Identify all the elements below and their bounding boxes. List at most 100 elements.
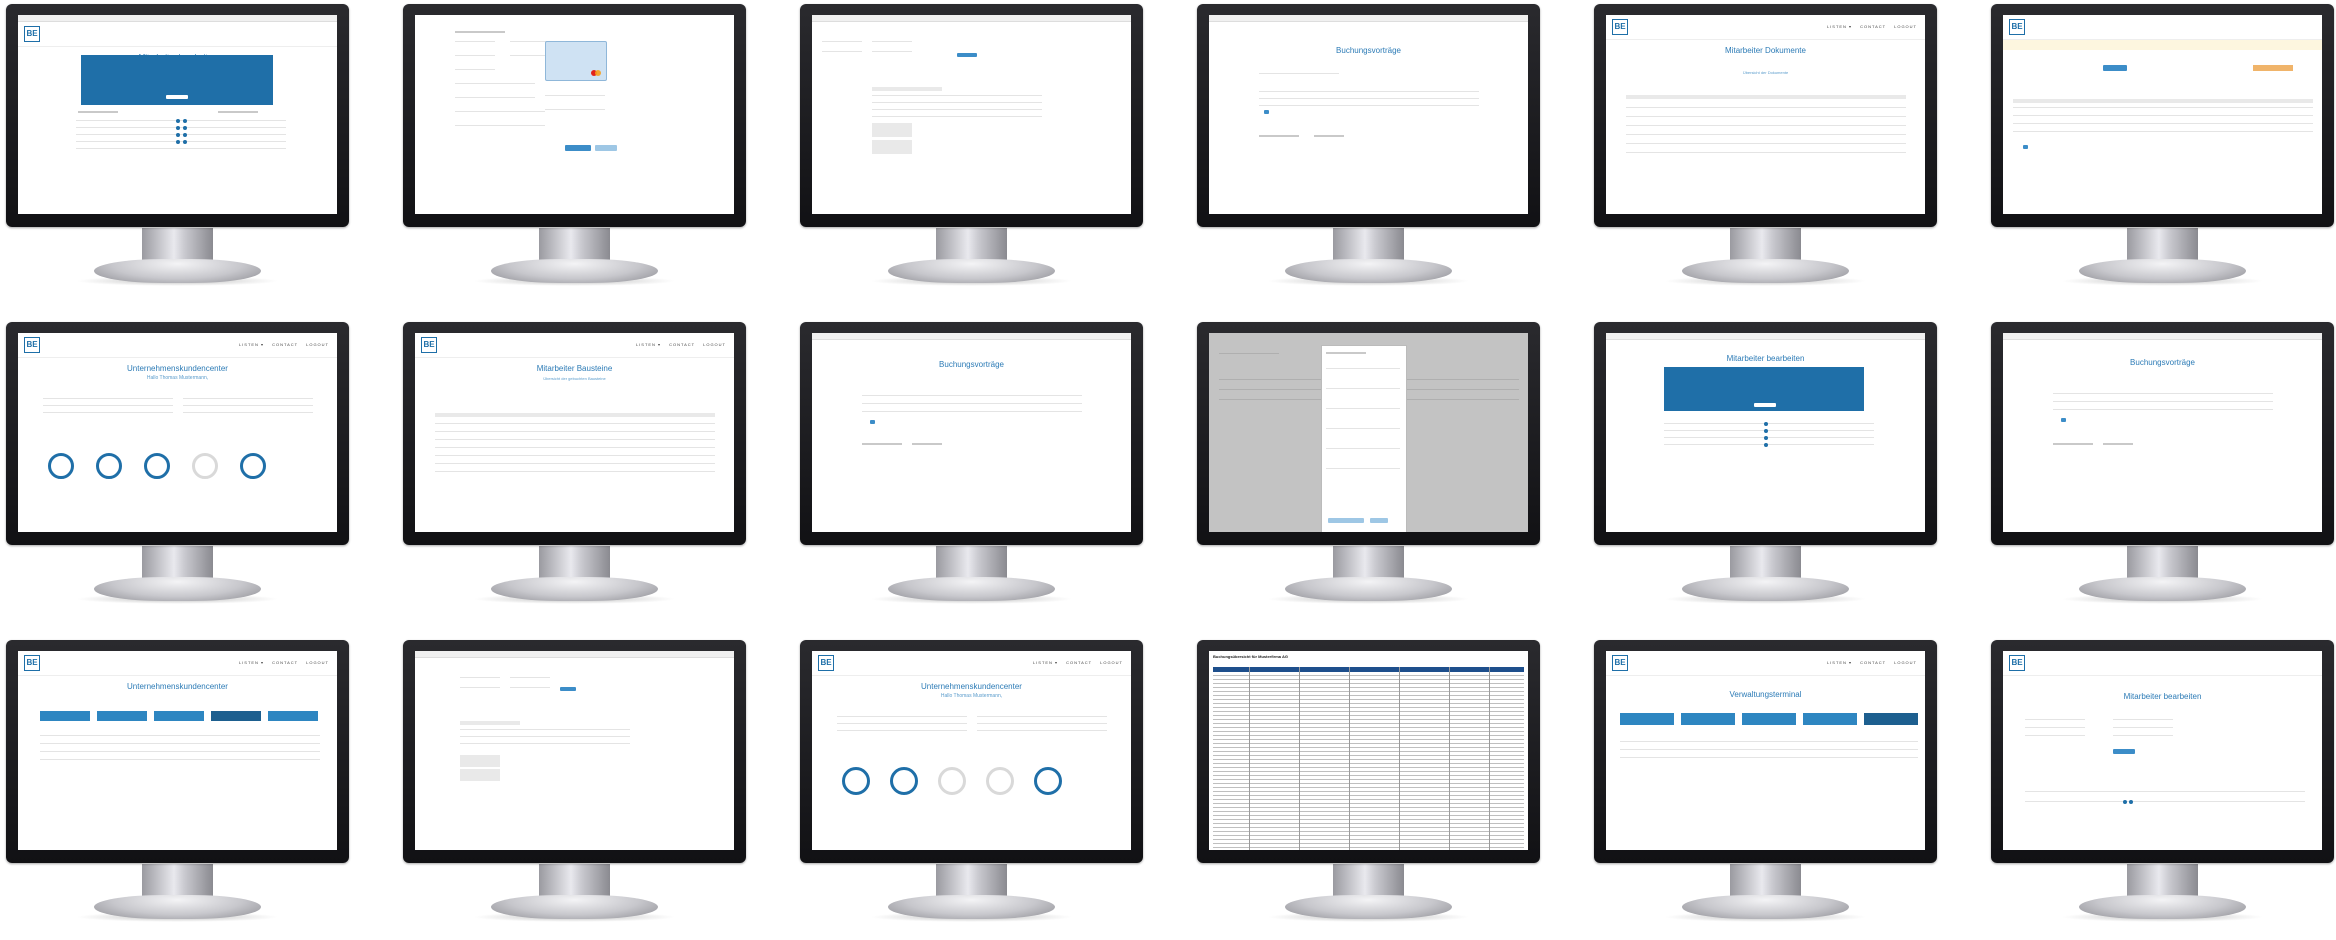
nav-contact[interactable]: CONTACT	[1066, 660, 1092, 665]
save-button[interactable]	[1754, 403, 1776, 407]
monitor-17: BE LISTEN ▾ CONTACT LOGOUT Verwaltungsterm…	[1594, 640, 1983, 940]
top-nav: LISTEN ▾ CONTACT LOGOUT	[628, 342, 726, 347]
page-button[interactable]	[2061, 418, 2066, 422]
monitor-7: BE LISTEN ▾ CONTACT LOGOUT Unternehmenskun…	[6, 322, 395, 622]
top-nav: LISTEN ▾ CONTACT LOGOUT	[231, 660, 329, 665]
search-button[interactable]	[957, 53, 977, 57]
monitor-12: Buchungsvorträge	[1991, 322, 2336, 622]
apply-filter-button[interactable]	[1328, 518, 1364, 523]
nav-logout[interactable]: LOGOUT	[1100, 660, 1123, 665]
save-button[interactable]	[166, 95, 188, 99]
tile-4[interactable]	[211, 711, 261, 721]
monitor-8: BE LISTEN ▾ CONTACT LOGOUT Mitarbeiter Bau…	[403, 322, 792, 622]
export-button[interactable]	[2253, 65, 2293, 71]
screen-customer-center: BE LISTEN ▾ CONTACT LOGOUT Unternehmenskun…	[18, 333, 337, 532]
page-title: Buchungsvorträge	[1336, 46, 1401, 55]
logo-icon: BE	[24, 655, 40, 671]
nav-contact[interactable]: CONTACT	[272, 342, 298, 347]
close-button[interactable]	[1370, 518, 1388, 523]
monitor-15: BE LISTEN ▾ CONTACT LOGOUT Unternehmenskun…	[800, 640, 1189, 940]
page-button[interactable]	[1264, 110, 1269, 114]
top-nav: LISTEN ▾ CONTACT LOGOUT	[1819, 24, 1917, 29]
monitor-14	[403, 640, 792, 940]
screen-filter-modal	[1209, 333, 1528, 532]
nav-logout[interactable]: LOGOUT	[703, 342, 726, 347]
nav-contact[interactable]: CONTACT	[1860, 660, 1886, 665]
page-subtitle: Übersicht der gebuchten Bausteine	[543, 376, 606, 381]
monitor-6: BE	[1991, 4, 2336, 304]
page-title: Mitarbeiter bearbeiten	[1726, 354, 1805, 363]
tile-5[interactable]	[268, 711, 318, 721]
screen-employee-edit-2: Mitarbeiter bearbeiten	[1606, 333, 1925, 532]
page-title: Mitarbeiter Bausteine	[536, 364, 613, 373]
save-button[interactable]	[2113, 749, 2135, 754]
page-subtitle: Übersicht der Dokumente	[1742, 70, 1789, 75]
page-title: Buchungsvorträge	[939, 360, 1004, 369]
screen-bookings-3: Buchungsvorträge	[2003, 333, 2322, 532]
greeting: Hallo Thomas Mustermann,	[146, 375, 209, 381]
tile-3[interactable]	[1742, 713, 1796, 725]
screen-employee-edit: BE Mitarbeiter bearbeiten	[18, 15, 337, 214]
monitor-2	[403, 4, 792, 304]
logo-icon: BE	[1612, 655, 1628, 671]
logo-icon: BE	[24, 26, 40, 42]
tile-3[interactable]	[154, 711, 204, 721]
page-button[interactable]	[2023, 145, 2028, 149]
nav-lists[interactable]: LISTEN ▾	[636, 342, 661, 347]
top-nav: LISTEN ▾ CONTACT LOGOUT	[1025, 660, 1123, 665]
cancel-button[interactable]	[595, 145, 617, 151]
screen-bookings-2: Buchungsvorträge	[812, 333, 1131, 532]
tile-5[interactable]	[1864, 713, 1918, 725]
tile-1[interactable]	[40, 711, 90, 721]
monitor-9: Buchungsvorträge	[800, 322, 1189, 622]
screen-employee-edit-3: BE Mitarbeiter bearbeiten	[2003, 651, 2322, 850]
submit-button[interactable]	[565, 145, 591, 151]
greeting: Hallo Thomas Mustermann,	[940, 693, 1003, 699]
nav-contact[interactable]: CONTACT	[669, 342, 695, 347]
nav-lists[interactable]: LISTEN ▾	[1827, 660, 1852, 665]
nav-contact[interactable]: CONTACT	[272, 660, 298, 665]
screen-customer-center-2: BE LISTEN ▾ CONTACT LOGOUT Unternehmenskun…	[812, 651, 1131, 850]
page-button[interactable]	[870, 420, 875, 424]
nav-logout[interactable]: LOGOUT	[306, 342, 329, 347]
nav-lists[interactable]: LISTEN ▾	[239, 660, 264, 665]
monitor-18: BE Mitarbeiter bearbeiten	[1991, 640, 2336, 940]
sheet-title: Buchungsübersicht für Musterfirma AG	[1213, 654, 1288, 659]
nav-lists[interactable]: LISTEN ▾	[1827, 24, 1852, 29]
page-title: Mitarbeiter Dokumente	[1725, 46, 1806, 55]
page-title: Unternehmenskundencenter	[127, 682, 228, 691]
logo-icon: BE	[818, 655, 834, 671]
tile-1[interactable]	[1620, 713, 1674, 725]
nav-logout[interactable]: LOGOUT	[1894, 24, 1917, 29]
nav-logout[interactable]: LOGOUT	[306, 660, 329, 665]
tile-4[interactable]	[1803, 713, 1857, 725]
top-nav: LISTEN ▾ CONTACT LOGOUT	[231, 342, 329, 347]
logo-icon: BE	[2009, 19, 2025, 35]
logo-icon: BE	[1612, 19, 1628, 35]
page-title: Mitarbeiter bearbeiten	[2123, 692, 2202, 701]
monitor-3	[800, 4, 1189, 304]
filter-button[interactable]	[2103, 65, 2127, 71]
top-nav: LISTEN ▾ CONTACT LOGOUT	[1819, 660, 1917, 665]
page-title: Verwaltungsterminal	[1729, 690, 1802, 699]
monitor-16: Buchungsübersicht für Musterfirma AG	[1197, 640, 1586, 940]
nav-logout[interactable]: LOGOUT	[1894, 660, 1917, 665]
screenshot-grid: BE Mitarbeiter bearbeiten	[0, 0, 2336, 923]
filter-modal	[1321, 345, 1407, 532]
monitor-10	[1197, 322, 1586, 622]
nav-lists[interactable]: LISTEN ▾	[239, 342, 264, 347]
search-button[interactable]	[560, 687, 576, 691]
screen-form-table-2	[415, 651, 734, 850]
screen-documents: BE LISTEN ▾ CONTACT LOGOUT Mitarbeiter Dok…	[1606, 15, 1925, 214]
logo-icon: BE	[24, 337, 40, 353]
tile-2[interactable]	[1681, 713, 1735, 725]
tile-2[interactable]	[97, 711, 147, 721]
monitor-11: Mitarbeiter bearbeiten	[1594, 322, 1983, 622]
nav-contact[interactable]: CONTACT	[1860, 24, 1886, 29]
screen-form-table	[812, 15, 1131, 214]
monitor-13: BE LISTEN ▾ CONTACT LOGOUT Unternehmenskun…	[6, 640, 395, 940]
page-title: Unternehmenskundencenter	[921, 682, 1022, 691]
nav-lists[interactable]: LISTEN ▾	[1033, 660, 1058, 665]
monitor-1: BE Mitarbeiter bearbeiten	[6, 4, 395, 304]
screen-customer-center-tiles: BE LISTEN ▾ CONTACT LOGOUT Unternehmenskun…	[18, 651, 337, 850]
